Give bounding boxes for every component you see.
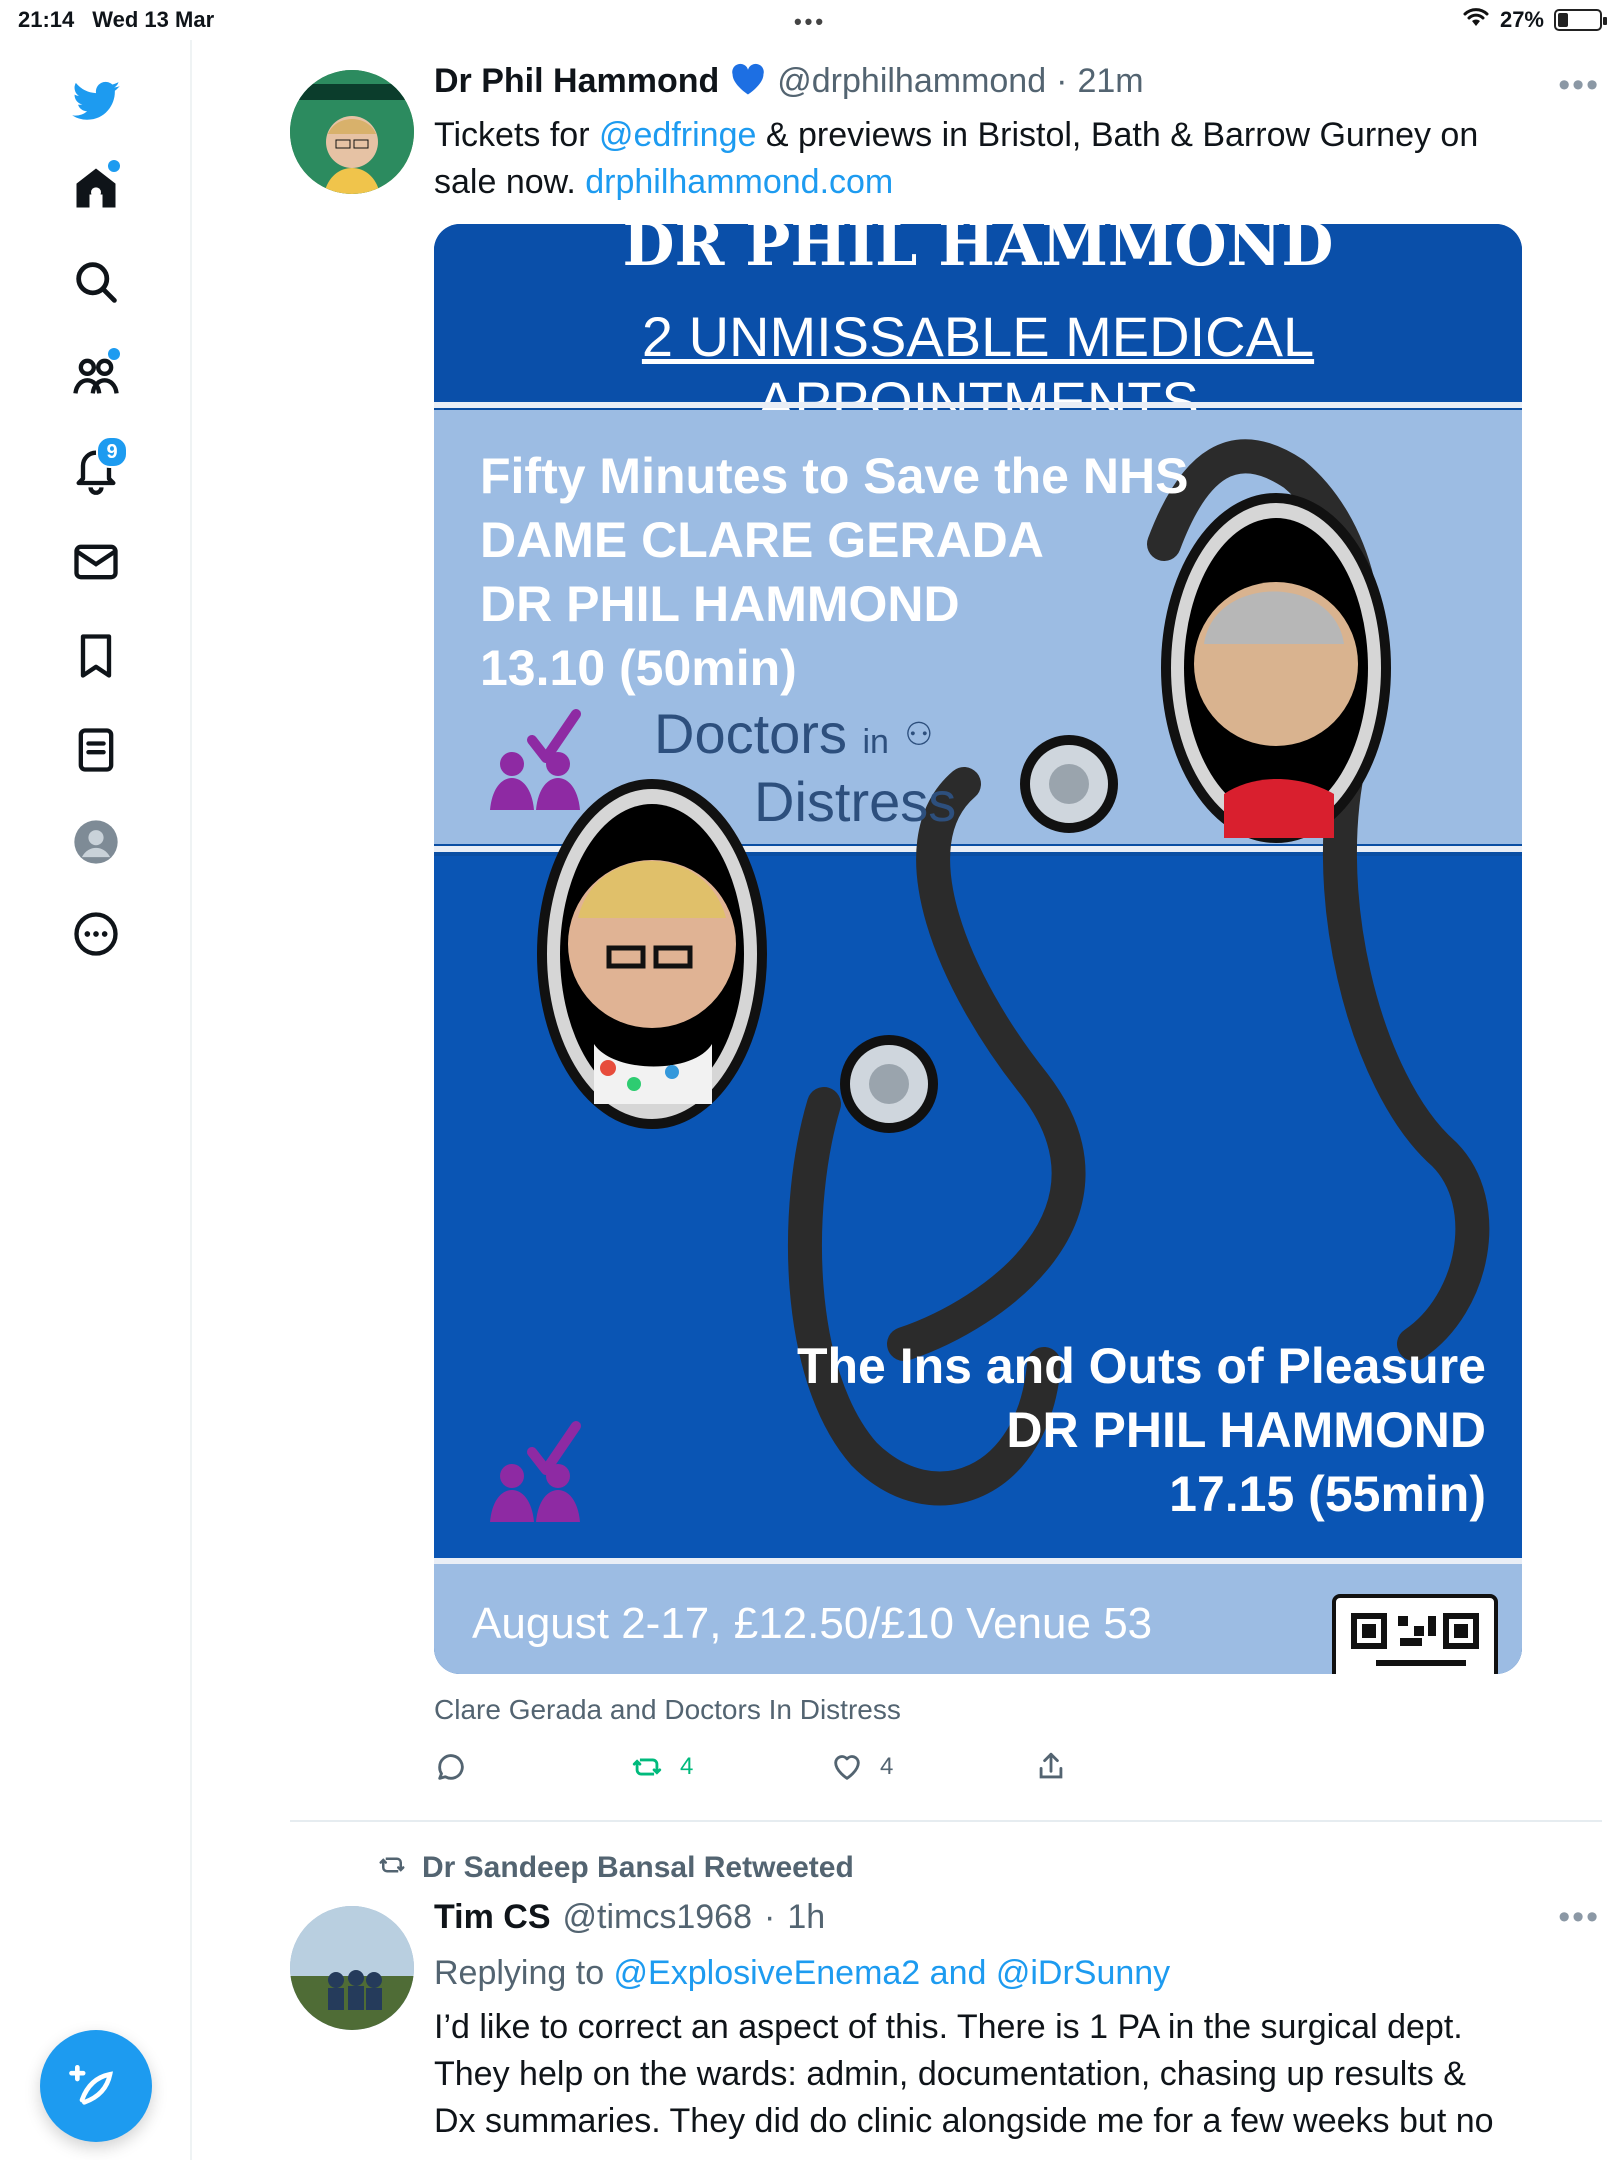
more-options-icon[interactable]	[54, 892, 138, 976]
notifications-badge: 9	[96, 436, 128, 468]
poster-event-1-line-4: 13.10 (50min)	[480, 640, 797, 696]
tweet2-replying-to: Replying to @ExplosiveEnema2 and @iDrSun…	[434, 1950, 1514, 1997]
tweet2-replying-mentions[interactable]: @ExplosiveEnema2 and @iDrSunny	[614, 1954, 1171, 1992]
tweet2-separator: ·	[764, 1898, 776, 1936]
status-left: 21:14 Wed 13 Mar	[18, 7, 214, 33]
messages-icon[interactable]	[54, 520, 138, 604]
poster-event-2: The Ins and Outs of Pleasure DR PHIL HAM…	[797, 1334, 1486, 1526]
home-icon[interactable]	[54, 146, 138, 230]
tweet1-actions: 4 4	[434, 1750, 1522, 1800]
heart-icon	[834, 1755, 860, 1780]
tweet2-retweeted-by[interactable]: Dr Sandeep Bansal Retweeted	[422, 1851, 854, 1885]
tweet1-text: Tickets for @edfringe & previews in Bris…	[434, 112, 1514, 206]
profile-avatar-icon[interactable]	[54, 800, 138, 884]
tweet1-media-image[interactable]: DR PHIL HAMMOND 2 UNMISSABLE MEDICAL APP…	[434, 224, 1522, 1674]
search-icon[interactable]	[54, 240, 138, 324]
tweet2-more-icon[interactable]: •••	[1558, 1898, 1600, 1937]
share-icon	[1039, 1752, 1063, 1779]
tweet1-author-name[interactable]: Dr Phil Hammond	[434, 62, 719, 101]
battery-percent: 27%	[1499, 7, 1544, 32]
status-right: 27%	[1462, 6, 1607, 34]
tweet2-header: Tim CS @timcs1968 · 1h	[434, 1898, 825, 1937]
compose-tweet-button[interactable]	[40, 2030, 152, 2142]
status-time: 21:14	[18, 7, 75, 32]
tweet2-avatar[interactable]	[290, 1906, 414, 2030]
notifications-bell-icon[interactable]: 9	[54, 428, 138, 512]
doctors-in-distress-people-icon-2	[490, 1421, 581, 1522]
blue-heart-icon	[729, 62, 767, 101]
battery-icon	[1554, 9, 1607, 31]
status-bar: 21:14 Wed 13 Mar ••• 27%	[0, 0, 1620, 40]
tweet1-separator: ·	[1056, 62, 1068, 100]
doctors-in-distress-wordmark: Doctors in ⚇ Distress	[654, 704, 956, 832]
qr-code-icon	[1332, 1594, 1498, 1674]
tweet-divider	[290, 1820, 1602, 1822]
like-button[interactable]: 4	[830, 1750, 893, 1784]
tweet1-more-icon[interactable]: •••	[1558, 66, 1600, 105]
wifi-icon	[1462, 6, 1490, 34]
tweet2-handle[interactable]: @timcs1968	[563, 1898, 752, 1937]
poster-event-1-line-1: Fifty Minutes to Save the NHS	[480, 448, 1189, 504]
tweet1-mention[interactable]: @edfringe	[599, 116, 756, 154]
communities-icon[interactable]	[54, 334, 138, 418]
poster-event-1-line-3: DR PHIL HAMMOND	[480, 576, 960, 632]
retweeted-icon	[374, 1850, 410, 1885]
tweet2-author-name[interactable]: Tim CS	[434, 1898, 551, 1937]
timeline: Dr Phil Hammond @drphilhammond · 21m •••…	[192, 40, 1620, 2160]
poster-event-2-line-3: 17.15 (55min)	[1169, 1466, 1486, 1522]
home-unread-dot	[108, 160, 120, 172]
did-word-doctors: Doctors	[654, 702, 847, 765]
did-word-distress: Distress	[754, 770, 957, 833]
retweet-icon	[632, 1758, 662, 1776]
compose-feather-icon	[69, 2065, 113, 2105]
reply-icon	[438, 1754, 464, 1780]
retweet-count: 4	[680, 1753, 694, 1780]
tweet1-handle[interactable]: @drphilhammond	[777, 62, 1046, 101]
poster-dates-price-venue: August 2-17, £12.50/£10 Venue 53	[472, 1599, 1153, 1648]
reply-button[interactable]	[434, 1750, 468, 1784]
tweet2-replying-label: Replying to	[434, 1954, 614, 1992]
communities-unread-dot	[108, 348, 120, 360]
tweet1-header: Dr Phil Hammond @drphilhammond · 21m	[434, 62, 1144, 101]
poster-event-1: Fifty Minutes to Save the NHS DAME CLARE…	[480, 444, 1188, 700]
bookmark-icon[interactable]	[54, 614, 138, 698]
tweet2-text: I’d like to correct an aspect of this. T…	[434, 2008, 1494, 2140]
did-word-in: in	[862, 723, 889, 761]
status-date: Wed 13 Mar	[92, 7, 215, 32]
poster-event-2-line-2: DR PHIL HAMMOND	[1006, 1402, 1486, 1458]
tweet2-retweeted-row: Dr Sandeep Bansal Retweeted	[374, 1850, 854, 1885]
poster-event-2-line-1: The Ins and Outs of Pleasure	[796, 1338, 1486, 1394]
like-count: 4	[880, 1753, 894, 1780]
tweet2-time[interactable]: 1h	[787, 1898, 825, 1937]
tweet1-link[interactable]: drphilhammond.com	[585, 163, 893, 201]
tweet1-avatar[interactable]	[290, 70, 414, 194]
twitter-logo-icon[interactable]	[54, 60, 138, 144]
did-people-icon: ⚇	[904, 716, 934, 752]
lists-icon[interactable]	[54, 708, 138, 792]
retweet-button[interactable]: 4	[630, 1750, 693, 1784]
tweet1-text-pre: Tickets for	[434, 116, 599, 154]
share-button[interactable]	[1034, 1750, 1068, 1784]
tweet1-time[interactable]: 21m	[1077, 62, 1143, 101]
poster-event-1-line-2: DAME CLARE GERADA	[480, 512, 1044, 568]
tweet1-media-caption[interactable]: Clare Gerada and Doctors In Distress	[434, 1694, 901, 1726]
multitask-dots[interactable]: •••	[794, 9, 826, 35]
sidebar: 9	[0, 40, 192, 2160]
doctors-in-distress-people-icon	[490, 709, 581, 810]
